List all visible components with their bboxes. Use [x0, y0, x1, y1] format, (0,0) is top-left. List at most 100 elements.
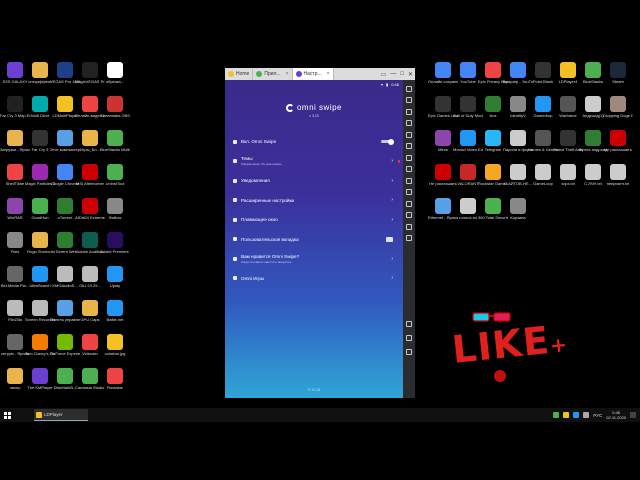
app-icon: [107, 334, 123, 350]
volume-down-icon[interactable]: [406, 131, 412, 138]
desktop-icon[interactable]: UninstTool: [100, 164, 130, 186]
app-icon: [7, 198, 23, 214]
home-icon[interactable]: [406, 335, 412, 341]
settings-icon[interactable]: [406, 85, 412, 92]
app-icon: [535, 96, 551, 112]
tray-ldplayer-icon[interactable]: [563, 412, 570, 418]
app-icon: [32, 232, 48, 248]
app-icon: [57, 198, 73, 214]
desktop-icon-label: Battle.net: [106, 317, 124, 322]
app-icon: [107, 96, 123, 112]
desktop-icon[interactable]: обрезка...: [100, 62, 130, 84]
menu-item-title: Вкл. Omni Swipe: [241, 139, 277, 145]
enable-toggle[interactable]: [381, 138, 394, 145]
app-icon: [57, 368, 73, 384]
app-icon: [82, 266, 98, 282]
app-icon: [485, 130, 501, 146]
settings-menu-item[interactable]: Темы Оформление. По умолчанию ›: [225, 152, 403, 172]
recent-apps-icon[interactable]: [406, 349, 412, 355]
app-icon: [510, 130, 526, 146]
tab-close-icon[interactable]: ×: [327, 71, 330, 77]
emulator-tab[interactable]: Настр... ×: [292, 68, 334, 80]
app-icon: [7, 266, 23, 282]
volume-up-icon[interactable]: [406, 120, 412, 126]
record-icon[interactable]: [406, 154, 412, 161]
desktop-icon[interactable]: Не разглашать: [603, 130, 633, 152]
emulator-tabbar: Home Прил... × Настр... × ▭ — □ ✕: [225, 68, 415, 80]
tab-close-icon[interactable]: ×: [286, 71, 289, 77]
desktop-icon[interactable]: BlueStacks Multi-Insta...: [100, 130, 130, 152]
app-icon: [32, 368, 48, 384]
tray-network-icon[interactable]: [573, 412, 580, 418]
tray-clock[interactable]: 0:46 02.11.2020: [606, 410, 626, 420]
back-icon[interactable]: [406, 321, 412, 327]
window-control-button[interactable]: ▭: [381, 71, 387, 78]
desktop-icon[interactable]: Battle.net: [100, 300, 130, 322]
desktop-icon[interactable]: Dropping Doge D...: [603, 96, 633, 118]
settings-menu: Вкл. Omni Swipe Темы Оформление. По умолча…: [225, 132, 403, 288]
notification-dot: [397, 160, 400, 163]
desktop-icon[interactable]: Rockstar: [100, 368, 130, 390]
folder-icon[interactable]: [406, 189, 412, 195]
desktop-icon[interactable]: Steam: [603, 62, 633, 84]
menu-item-title: Omni Игры: [241, 275, 265, 281]
window-control-button[interactable]: ✕: [408, 71, 413, 78]
more-icon[interactable]: [406, 235, 412, 241]
settings-menu-item[interactable]: Уведомления ›: [225, 171, 403, 191]
app-icon: [32, 266, 48, 282]
wifi-icon: ▾: [380, 82, 383, 87]
app-icon: [107, 300, 123, 316]
app-icon: [435, 62, 451, 78]
settings-menu-item[interactable]: Плавающее окно ›: [225, 210, 403, 230]
app-icon: [82, 368, 98, 384]
install-apk-icon[interactable]: [406, 200, 412, 207]
app-icon: [510, 198, 526, 214]
app-icon: [32, 198, 48, 214]
multi-instance-icon[interactable]: [406, 223, 412, 230]
keyboard-icon[interactable]: [406, 97, 412, 103]
window-control-button[interactable]: □: [400, 71, 404, 77]
desktop-icon[interactable]: Uplay: [100, 266, 130, 288]
settings-menu-item[interactable]: Вкл. Omni Swipe: [225, 132, 403, 152]
app-footer: © 10.18: [307, 388, 321, 392]
desktop-icon[interactable]: Файлы: [100, 198, 130, 220]
desktop-icon[interactable]: colorbar.jpg: [100, 334, 130, 356]
app-icon: [57, 266, 73, 282]
desktop-icon-label: Rockstar: [107, 385, 123, 390]
tab-label: Home: [236, 71, 250, 77]
settings-menu-item[interactable]: Расширенные настройки ›: [225, 191, 403, 211]
shake-icon[interactable]: [406, 166, 412, 172]
location-icon[interactable]: [406, 177, 412, 184]
chevron-right-icon: ›: [391, 275, 393, 282]
tray-volume-icon[interactable]: [583, 412, 590, 418]
settings-menu-item[interactable]: Вам нравится Omni Swipe? Когда поставьте …: [225, 249, 403, 269]
desktop-icon[interactable]: Adobe Premiere P...: [100, 232, 130, 254]
desktop-icon[interactable]: Корзина: [503, 198, 533, 220]
settings-menu-item[interactable]: Пользовательская вкладка: [225, 230, 403, 250]
fullscreen-icon[interactable]: [406, 143, 412, 149]
app-icon: [57, 334, 73, 350]
tray-language[interactable]: РУС: [593, 413, 602, 418]
emulator-sidebar: [403, 80, 415, 398]
notification-icon[interactable]: [630, 412, 636, 418]
android-status-bar: ▾ ▮ 0:46: [225, 80, 403, 89]
rotate-icon[interactable]: [406, 212, 412, 218]
app-icon: [485, 198, 501, 214]
desktop-icon[interactable]: Streamlabs OBS: [100, 96, 130, 118]
like-plus: +: [548, 331, 570, 358]
tab-icon: [256, 71, 263, 77]
desktop-icon-label: Steam: [612, 79, 624, 84]
screenshot-icon[interactable]: [406, 108, 412, 115]
emulator-tab[interactable]: Home: [225, 68, 254, 80]
desktop-icon-label: Uplay: [109, 283, 121, 288]
window-control-button[interactable]: —: [390, 71, 396, 77]
emulator-tab[interactable]: Прил... ×: [253, 68, 293, 80]
desktop-icon-label: обрезка...: [105, 79, 125, 84]
taskbar-item-ldplayer[interactable]: LDPlayer: [34, 409, 88, 421]
app-icon: [435, 164, 451, 180]
settings-menu-item[interactable]: Omni Игры ›: [225, 269, 403, 289]
app-icon: [82, 62, 98, 78]
tray-security-icon[interactable]: [553, 412, 560, 418]
start-button[interactable]: [0, 408, 14, 422]
desktop-icon[interactable]: неприятн.txt: [603, 164, 633, 186]
